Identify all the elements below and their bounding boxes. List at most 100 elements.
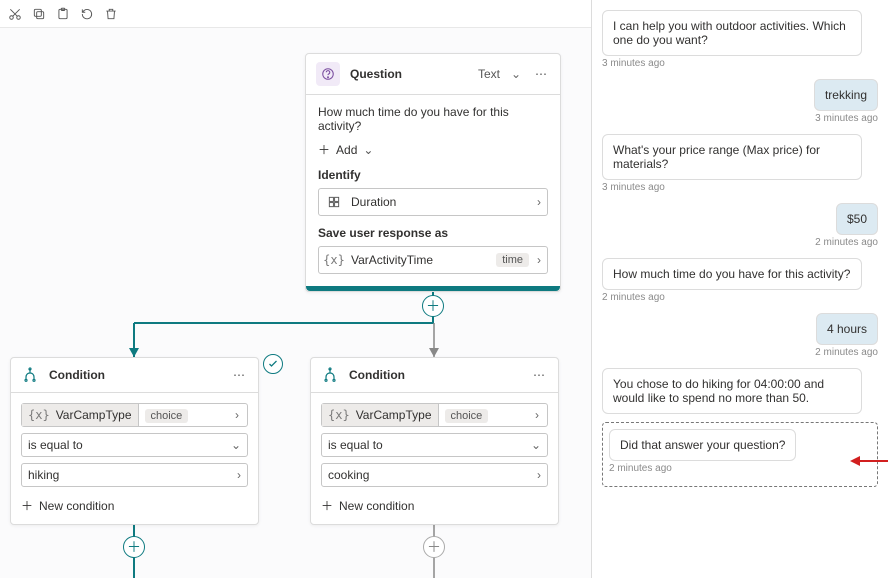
cut-icon[interactable]	[8, 7, 22, 21]
variable-type-chip: choice	[145, 409, 189, 423]
condition-operator-picker[interactable]: is equal to ⌄	[321, 433, 548, 457]
callout-arrow-icon	[850, 454, 888, 468]
plus-icon: ＋	[318, 141, 330, 158]
message-text: Did that answer your question?	[620, 438, 785, 452]
chevron-right-icon: ›	[537, 195, 541, 209]
variable-pill: {x} VarCampType	[22, 404, 139, 426]
add-label: Add	[336, 143, 357, 157]
add-message-button[interactable]: ＋ Add ⌄	[318, 141, 548, 158]
bot-message: Did that answer your question?	[609, 429, 796, 461]
condition-header: Condition ⋯	[311, 358, 558, 393]
identify-value: Duration	[351, 195, 529, 209]
message-text: I can help you with outdoor activities. …	[613, 19, 846, 47]
node-active-indicator	[306, 286, 560, 291]
condition-title: Condition	[349, 368, 520, 382]
add-node-button[interactable]: ＋	[422, 295, 444, 317]
timestamp: 2 minutes ago	[602, 237, 878, 248]
add-node-button[interactable]: ＋	[123, 536, 145, 558]
variable-icon: {x}	[325, 251, 343, 269]
new-condition-label: New condition	[39, 499, 114, 513]
variable-type-chip: choice	[445, 409, 489, 423]
question-body: How much time do you have for this activ…	[306, 95, 560, 286]
message-text: How much time do you have for this activ…	[613, 267, 850, 281]
question-header: Question Text ⌄ ⋯	[306, 54, 560, 95]
authoring-canvas[interactable]: Question Text ⌄ ⋯ How much time do you h…	[0, 28, 591, 578]
condition-value-picker[interactable]: cooking ›	[321, 463, 548, 487]
new-condition-label: New condition	[339, 499, 414, 513]
new-condition-button[interactable]: ＋ New condition	[21, 493, 248, 514]
question-title: Question	[350, 67, 468, 81]
entity-icon	[325, 193, 343, 211]
operator-value: is equal to	[328, 438, 383, 452]
variable-icon: {x}	[28, 408, 50, 422]
chevron-right-icon: ›	[537, 468, 541, 482]
variable-icon: {x}	[328, 408, 350, 422]
message-text: trekking	[825, 88, 867, 102]
question-icon	[316, 62, 340, 86]
identify-section-label: Identify	[318, 168, 548, 182]
save-variable-picker[interactable]: {x} VarActivityTime time ›	[318, 246, 548, 274]
condition-body: {x} VarCampType choice › is equal to ⌄ h…	[11, 393, 258, 524]
question-prompt-text: How much time do you have for this activ…	[318, 105, 548, 133]
copy-icon[interactable]	[32, 7, 46, 21]
condition-value: hiking	[28, 468, 59, 482]
condition-operator-picker[interactable]: is equal to ⌄	[21, 433, 248, 457]
node-more-button[interactable]: ⋯	[530, 368, 548, 382]
bot-message: You chose to do hiking for 04:00:00 and …	[602, 368, 862, 414]
variable-name: VarCampType	[56, 408, 132, 422]
timestamp: 3 minutes ago	[602, 182, 878, 193]
condition-value-picker[interactable]: hiking ›	[21, 463, 248, 487]
bot-message: What's your price range (Max price) for …	[602, 134, 862, 180]
message-text: What's your price range (Max price) for …	[613, 143, 820, 171]
redo-icon[interactable]	[80, 7, 94, 21]
user-message: 4 hours	[816, 313, 878, 345]
timestamp: 2 minutes ago	[602, 347, 878, 358]
condition-value: cooking	[328, 468, 369, 482]
plus-icon: ＋	[21, 497, 33, 514]
new-condition-button[interactable]: ＋ New condition	[321, 493, 548, 514]
branch-icon	[321, 366, 339, 384]
condition-header: Condition ⋯	[11, 358, 258, 393]
variable-pill: {x} VarCampType	[322, 404, 439, 426]
question-type-label: Text	[478, 67, 500, 81]
paste-icon[interactable]	[56, 7, 70, 21]
condition-node-1[interactable]: Condition ⋯ {x} VarCampType choice › is …	[10, 357, 259, 525]
operator-value: is equal to	[28, 438, 83, 452]
add-node-button[interactable]: ＋	[423, 536, 445, 558]
timestamp: 3 minutes ago	[602, 58, 878, 69]
variable-name: VarActivityTime	[351, 253, 488, 267]
message-text: You chose to do hiking for 04:00:00 and …	[613, 377, 824, 405]
bot-message: I can help you with outdoor activities. …	[602, 10, 862, 56]
message-text: 4 hours	[827, 322, 867, 336]
validation-check-icon	[263, 354, 283, 374]
chevron-down-icon[interactable]: ⌄	[510, 67, 522, 81]
chevron-right-icon: ›	[237, 468, 241, 482]
app-root: Question Text ⌄ ⋯ How much time do you h…	[0, 0, 888, 578]
condition-title: Condition	[49, 368, 220, 382]
chevron-down-icon: ⌄	[531, 438, 541, 452]
node-more-button[interactable]: ⋯	[230, 368, 248, 382]
confirmation-frame: Did that answer your question? 2 minutes…	[602, 422, 878, 487]
message-text: $50	[847, 212, 867, 226]
timestamp: 3 minutes ago	[602, 113, 878, 124]
plus-icon: ＋	[321, 497, 333, 514]
timestamp: 2 minutes ago	[602, 292, 878, 303]
delete-icon[interactable]	[104, 7, 118, 21]
identify-picker[interactable]: Duration ›	[318, 188, 548, 216]
node-more-button[interactable]: ⋯	[532, 67, 550, 81]
chevron-down-icon: ⌄	[363, 143, 373, 157]
question-node[interactable]: Question Text ⌄ ⋯ How much time do you h…	[305, 53, 561, 292]
save-section-label: Save user response as	[318, 226, 548, 240]
user-message: $50	[836, 203, 878, 235]
condition-variable-picker[interactable]: {x} VarCampType choice ›	[21, 403, 248, 427]
timestamp: 2 minutes ago	[609, 463, 871, 474]
condition-node-2[interactable]: Condition ⋯ {x} VarCampType choice › is …	[310, 357, 559, 525]
branch-icon	[21, 366, 39, 384]
condition-variable-picker[interactable]: {x} VarCampType choice ›	[321, 403, 548, 427]
user-message: trekking	[814, 79, 878, 111]
bot-message: How much time do you have for this activ…	[602, 258, 862, 290]
chevron-right-icon: ›	[537, 253, 541, 267]
condition-body: {x} VarCampType choice › is equal to ⌄ c…	[311, 393, 558, 524]
test-chat-panel: I can help you with outdoor activities. …	[591, 0, 888, 578]
variable-name: VarCampType	[356, 408, 432, 422]
